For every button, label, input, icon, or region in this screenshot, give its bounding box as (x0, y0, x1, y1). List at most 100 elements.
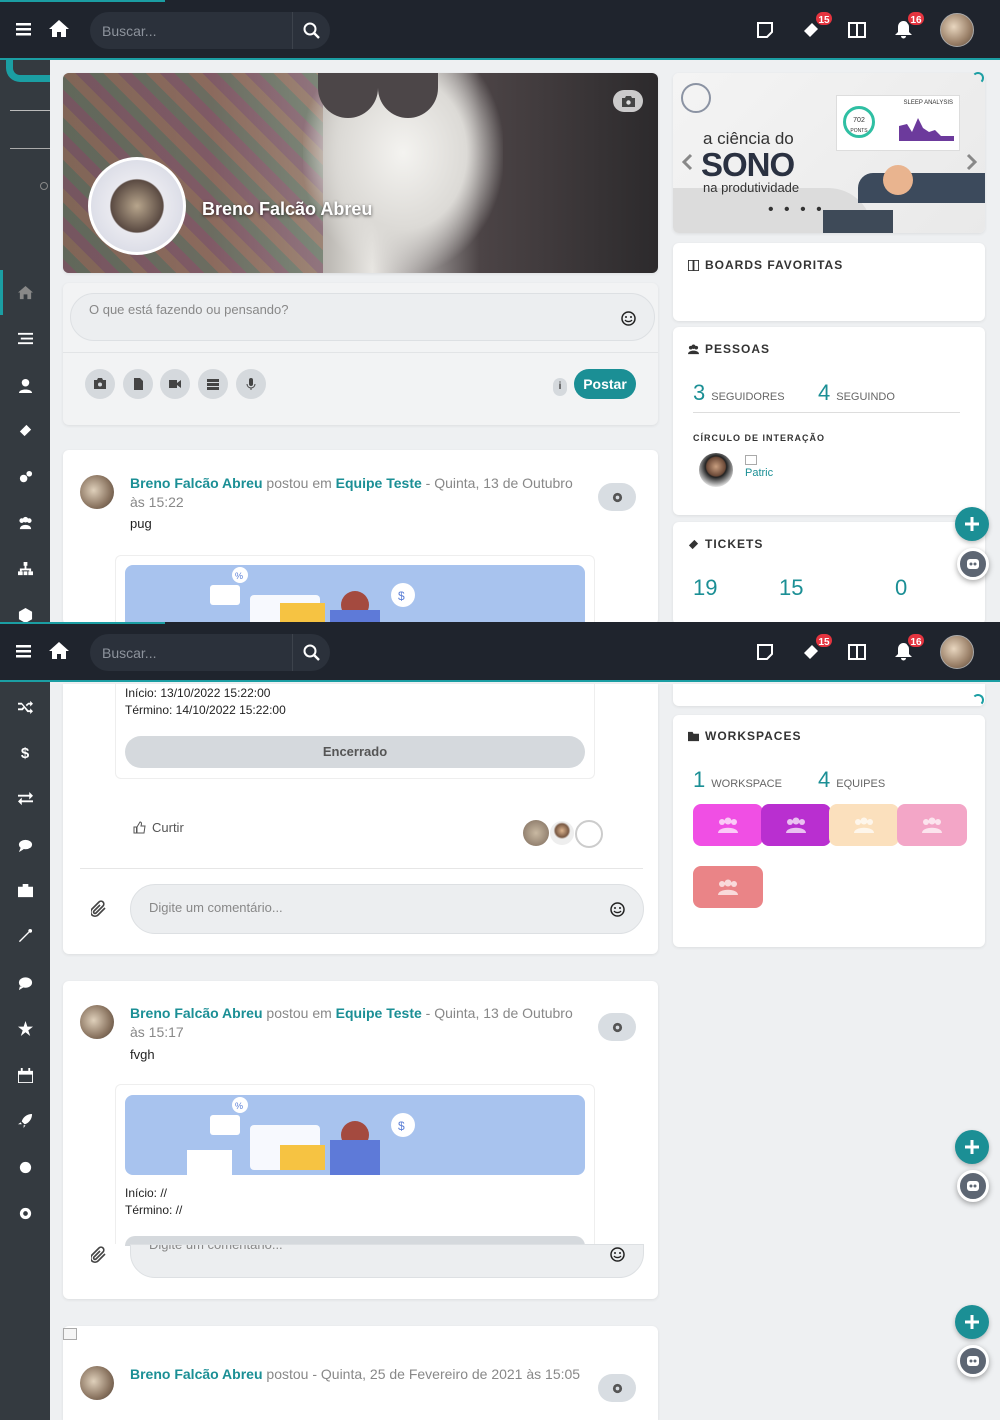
home-icon[interactable] (48, 17, 70, 39)
post-author[interactable]: Breno Falcão Abreu (130, 1005, 263, 1021)
menu-icon[interactable] (12, 20, 34, 38)
chat-icon[interactable] (0, 963, 50, 1003)
info-icon[interactable]: i (553, 378, 567, 396)
search-input[interactable] (90, 12, 292, 49)
following-stat[interactable]: 4 SEGUINDO (818, 380, 895, 406)
teams-count: 4 (818, 767, 831, 792)
search-button[interactable] (292, 634, 330, 671)
carousel-dots[interactable]: • • • • (768, 201, 825, 219)
tickets-value-2[interactable]: 15 (779, 575, 803, 601)
sun-icon[interactable] (0, 1147, 50, 1187)
add-fab[interactable] (955, 1130, 989, 1164)
profile-avatar[interactable] (88, 157, 186, 255)
post-author[interactable]: Breno Falcão Abreu (130, 1366, 263, 1382)
gear-icon (612, 492, 622, 502)
file-button[interactable] (123, 369, 153, 399)
chatbot-fab[interactable] (957, 548, 989, 580)
post-author-avatar[interactable] (80, 1366, 114, 1400)
emoji-icon[interactable] (610, 1247, 625, 1262)
user-avatar[interactable] (940, 13, 974, 47)
post-author-avatar[interactable] (80, 1005, 114, 1039)
columns-icon[interactable] (846, 642, 868, 662)
comment-input[interactable]: Digite um comentário... (130, 884, 644, 934)
cogs-icon[interactable] (0, 457, 50, 497)
star-icon[interactable] (0, 1008, 50, 1048)
event-status-button[interactable]: Encerrado (125, 736, 585, 768)
post-options-button[interactable] (598, 483, 636, 511)
bell-icon[interactable]: 16 (892, 632, 926, 663)
post-text: pug (130, 516, 152, 531)
post-author-avatar[interactable] (80, 475, 114, 509)
team-tile[interactable] (761, 804, 831, 846)
ticket-icon[interactable]: 15 (800, 10, 834, 41)
comment-input[interactable]: Digite um comentário... (130, 1244, 644, 1278)
workspace-stat[interactable]: 1 WORKSPACE (693, 767, 782, 793)
like-button[interactable]: Curtir (133, 820, 184, 835)
team-tile[interactable] (693, 866, 763, 908)
post-author[interactable]: Breno Falcão Abreu (130, 475, 263, 491)
liker-avatar[interactable] (549, 820, 575, 846)
user-icon[interactable] (0, 365, 50, 405)
tickets-value-1[interactable]: 19 (693, 575, 717, 601)
search-button[interactable] (292, 12, 330, 49)
dollar-icon[interactable]: $ (0, 732, 50, 772)
post-options-button[interactable] (598, 1013, 636, 1041)
ticket-icon[interactable]: 15 (800, 632, 834, 663)
list-button[interactable] (198, 369, 228, 399)
chatbot-fab[interactable] (957, 1170, 989, 1202)
note-icon[interactable] (755, 642, 775, 662)
post-team[interactable]: Equipe Teste (336, 475, 422, 491)
video-button[interactable] (160, 369, 190, 399)
teams-stat[interactable]: 4 EQUIPES (818, 767, 885, 793)
magic-icon[interactable] (0, 915, 50, 955)
change-cover-button[interactable] (613, 90, 643, 112)
bell-icon[interactable]: 16 (892, 10, 926, 41)
rocket-icon[interactable] (0, 1100, 50, 1140)
settings-icon[interactable] (0, 1193, 50, 1233)
broken-avatar[interactable]: Patric (745, 455, 785, 479)
menu-icon[interactable] (12, 642, 34, 660)
interaction-avatar[interactable] (699, 453, 733, 487)
search-input[interactable] (90, 634, 292, 671)
emoji-icon[interactable] (610, 902, 625, 917)
add-fab[interactable] (955, 507, 989, 541)
followers-stat[interactable]: 3 SEGUIDORES (693, 380, 785, 406)
home-icon[interactable] (0, 272, 50, 312)
liker-avatar[interactable] (575, 820, 603, 848)
home-icon[interactable] (48, 639, 70, 661)
add-fab[interactable] (955, 1305, 989, 1339)
paperclip-icon[interactable] (91, 1246, 108, 1264)
comments-icon[interactable] (0, 825, 50, 865)
post-options-button[interactable] (598, 1374, 636, 1402)
paperclip-icon[interactable] (91, 900, 108, 918)
chevron-left-icon[interactable] (681, 153, 693, 171)
composer-input[interactable]: O que está fazendo ou pensando? (70, 293, 655, 341)
ticket-icon[interactable] (0, 410, 50, 450)
team-tile[interactable] (829, 804, 899, 846)
search-icon[interactable] (40, 182, 48, 190)
users-icon[interactable] (0, 502, 50, 542)
team-tile[interactable] (897, 804, 967, 846)
random-icon[interactable] (0, 686, 50, 726)
audio-button[interactable] (236, 369, 266, 399)
chatbot-fab[interactable] (957, 1345, 989, 1377)
post-team[interactable]: Equipe Teste (336, 1005, 422, 1021)
columns-icon[interactable] (846, 20, 868, 40)
briefcase-icon[interactable] (0, 870, 50, 910)
tickets-value-3[interactable]: 0 (895, 575, 907, 601)
post-header: Breno Falcão Abreu postou em Equipe Test… (130, 1004, 580, 1042)
sitemap-icon[interactable] (0, 548, 50, 588)
calendar-icon[interactable] (0, 1055, 50, 1095)
exchange-icon[interactable] (0, 778, 50, 818)
post-button[interactable]: Postar (574, 369, 636, 399)
photo-button[interactable] (85, 369, 115, 399)
team-tile[interactable] (693, 804, 763, 846)
chevron-right-icon[interactable] (966, 153, 978, 171)
note-icon[interactable] (755, 20, 775, 40)
list-icon[interactable] (0, 318, 50, 358)
user-avatar[interactable] (940, 635, 974, 669)
followers-count: 3 (693, 380, 706, 405)
folder-icon (688, 731, 699, 741)
emoji-icon[interactable] (621, 311, 636, 326)
liker-avatar[interactable] (523, 820, 549, 846)
